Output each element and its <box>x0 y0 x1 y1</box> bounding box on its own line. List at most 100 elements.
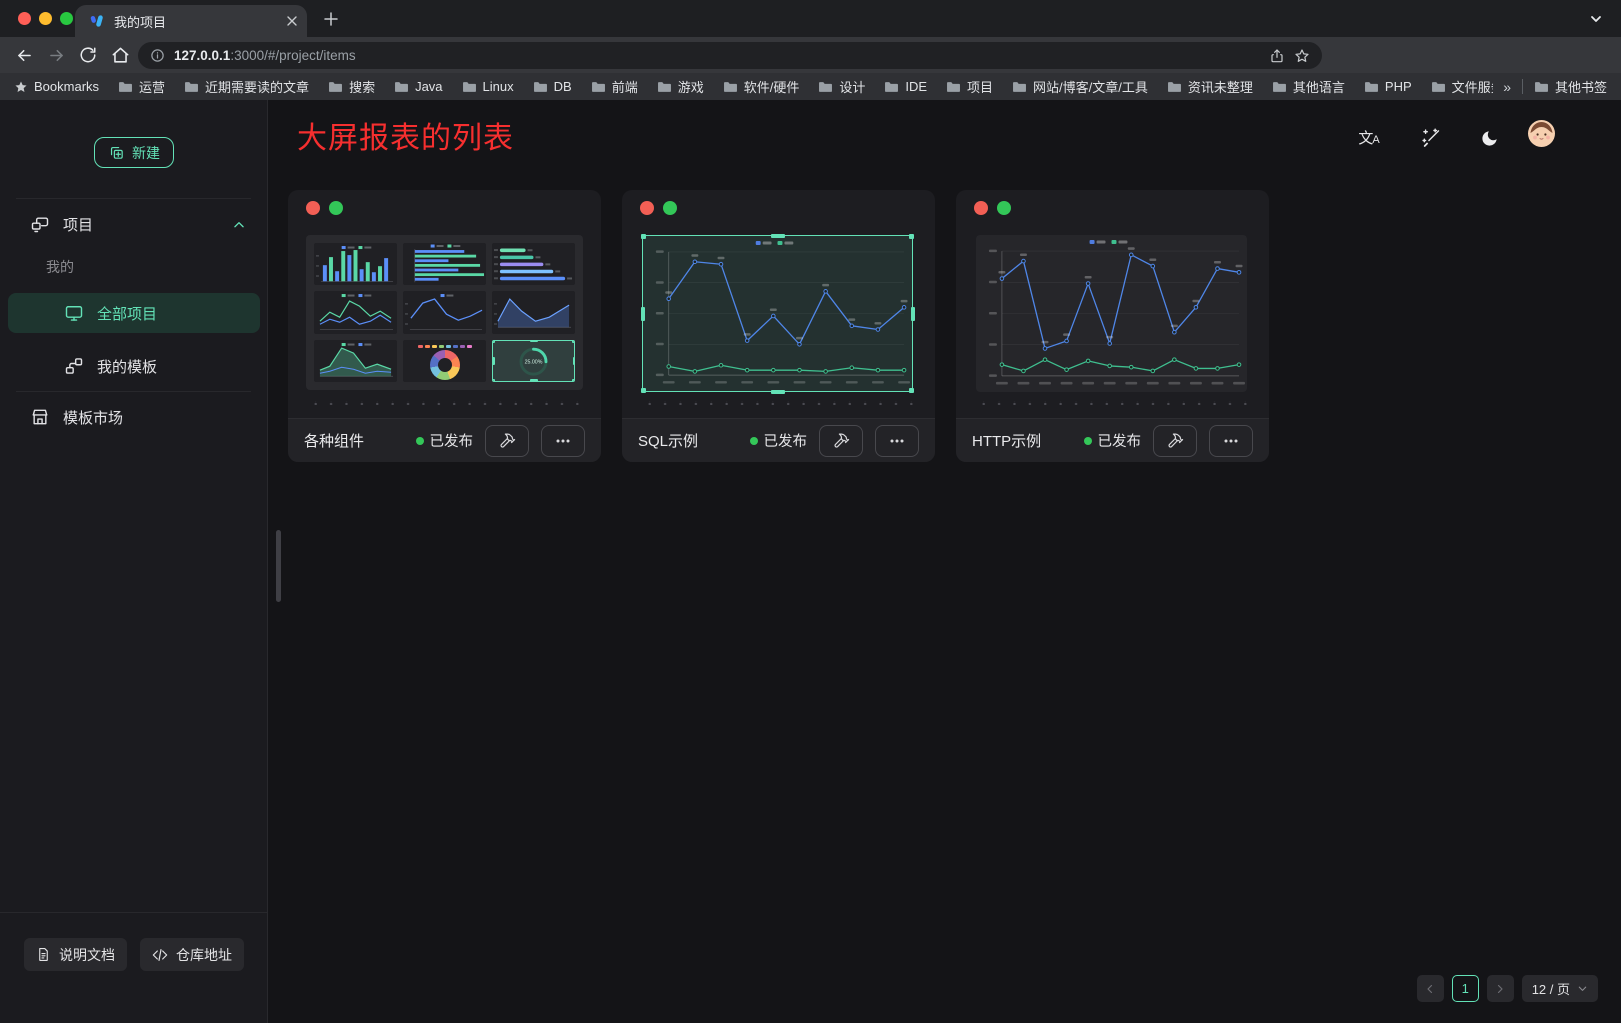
template-icon <box>64 356 84 376</box>
bookmark-folder[interactable]: PHP <box>1364 79 1412 94</box>
tab-search-icon[interactable] <box>1587 10 1605 28</box>
more-button[interactable] <box>541 425 585 457</box>
bookmark-root[interactable]: Bookmarks <box>14 79 99 94</box>
green-dot <box>329 201 343 215</box>
bookmark-folder[interactable]: 设计 <box>818 77 865 96</box>
project-card[interactable]: HTTP示例 已发布 <box>956 190 1269 462</box>
prev-page-button[interactable] <box>1417 975 1444 1002</box>
chevron-up-icon[interactable] <box>232 218 246 237</box>
edit-button[interactable] <box>819 425 863 457</box>
line-chart <box>643 236 912 391</box>
bookmark-folder[interactable]: 近期需要读的文章 <box>184 77 309 96</box>
next-page-button[interactable] <box>1487 975 1514 1002</box>
card-footer: HTTP示例 已发布 <box>956 418 1269 462</box>
tab-close-icon[interactable] <box>287 16 297 26</box>
current-page-button[interactable]: 1 <box>1452 975 1479 1002</box>
project-name: SQL示例 <box>638 430 738 451</box>
code-icon <box>152 947 168 963</box>
bookmark-folder[interactable]: 资讯未整理 <box>1167 77 1253 96</box>
bookmark-folder[interactable]: 前端 <box>591 77 638 96</box>
home-icon[interactable] <box>108 43 132 67</box>
sidebar-group-label: 项目 <box>63 214 93 235</box>
bookmark-folder[interactable]: Linux <box>462 79 514 94</box>
bookmark-folder[interactable]: 游戏 <box>657 77 704 96</box>
mini-hbar-chart <box>403 243 486 285</box>
bookmark-star-icon[interactable] <box>1294 48 1310 64</box>
new-project-button[interactable]: 新建 <box>94 137 174 168</box>
sidebar-item-template-market[interactable]: 模板市场 <box>30 403 123 431</box>
gauge-value: 25.00% <box>525 359 543 365</box>
edit-button[interactable] <box>1153 425 1197 457</box>
bookmark-folder[interactable]: IDE <box>884 79 927 94</box>
bookmark-folder[interactable]: 项目 <box>946 77 993 96</box>
status-dot <box>1084 437 1092 445</box>
traffic-lights <box>18 12 73 25</box>
project-card-list: 25.00% 各种组件 已发布 <box>288 190 1269 462</box>
bookmarks-overflow-chevron[interactable]: » <box>1503 79 1511 95</box>
more-button[interactable] <box>1209 425 1253 457</box>
card-preview[interactable]: 25.00% <box>306 235 583 390</box>
bookmark-folder[interactable]: 网站/博客/文章/工具 <box>1012 77 1148 96</box>
zoom-window-button[interactable] <box>60 12 73 25</box>
bookmark-folder[interactable]: 软件/硬件 <box>723 77 800 96</box>
other-bookmarks[interactable]: 其他书签 <box>1534 77 1607 96</box>
more-dots-icon <box>889 433 905 449</box>
dotted-row <box>306 401 583 405</box>
new-project-label: 新建 <box>132 143 160 163</box>
page-size-select[interactable]: 12 / 页 <box>1522 975 1598 1002</box>
sidebar-item-label: 我的模板 <box>97 356 157 377</box>
red-dot <box>974 201 988 215</box>
browser-toolbar: 127.0.0.1:3000/#/project/items 9 ⌘ <box>0 37 1621 73</box>
more-dots-icon <box>555 433 571 449</box>
bookmark-folder[interactable]: 运营 <box>118 77 165 96</box>
status-dot <box>750 437 758 445</box>
project-card[interactable]: SQL示例 已发布 <box>622 190 935 462</box>
bookmarks-bar: Bookmarks 运营 近期需要读的文章 搜索 Java Linux DB 前… <box>0 73 1621 100</box>
scrollbar-thumb[interactable] <box>276 530 281 602</box>
new-tab-button[interactable] <box>320 8 342 30</box>
share-icon[interactable] <box>1269 48 1285 64</box>
forward-icon[interactable] <box>44 43 68 67</box>
project-card[interactable]: 25.00% 各种组件 已发布 <box>288 190 601 462</box>
sidebar-item-my-templates[interactable]: 我的模板 <box>8 346 260 386</box>
line-chart <box>976 235 1247 392</box>
mini-area-chart <box>492 291 575 333</box>
bookmark-folder[interactable]: 其他语言 <box>1272 77 1345 96</box>
more-button[interactable] <box>875 425 919 457</box>
reload-icon[interactable] <box>76 43 100 67</box>
copy-plus-icon <box>108 144 125 161</box>
pie-legend <box>418 345 472 348</box>
magic-wand-icon[interactable] <box>1418 125 1444 151</box>
card-preview[interactable] <box>976 235 1247 392</box>
dark-mode-moon-icon[interactable] <box>1476 125 1502 151</box>
bookmark-folder[interactable]: Java <box>394 79 442 94</box>
sidebar-item-label: 模板市场 <box>63 407 123 428</box>
close-window-button[interactable] <box>18 12 31 25</box>
language-icon[interactable]: 文A <box>1356 125 1382 151</box>
site-info-icon[interactable] <box>150 48 165 63</box>
sidebar-group-projects[interactable]: 项目 <box>30 210 93 238</box>
minimize-window-button[interactable] <box>39 12 52 25</box>
sidebar-item-all-projects[interactable]: 全部项目 <box>8 293 260 333</box>
project-name: 各种组件 <box>304 430 404 451</box>
edit-button[interactable] <box>485 425 529 457</box>
donut-chart <box>430 350 460 380</box>
status-badge: 已发布 <box>416 430 474 451</box>
hammer-icon <box>833 432 850 449</box>
green-dot <box>997 201 1011 215</box>
bookmarks-separator <box>1522 79 1523 94</box>
card-preview[interactable] <box>642 235 913 392</box>
user-avatar[interactable] <box>1528 120 1555 147</box>
bookmark-folder[interactable]: DB <box>533 79 572 94</box>
mini-line-chart <box>403 291 486 333</box>
docs-button[interactable]: 说明文档 <box>24 938 127 971</box>
card-traffic-dots <box>640 201 677 215</box>
browser-tab[interactable]: 我的项目 <box>75 5 307 37</box>
address-bar[interactable]: 127.0.0.1:3000/#/project/items <box>138 42 1322 69</box>
sidebar-divider <box>16 391 251 392</box>
more-dots-icon <box>1223 433 1239 449</box>
sidebar-bottom-divider <box>0 912 267 913</box>
repo-button[interactable]: 仓库地址 <box>140 938 244 971</box>
bookmark-folder[interactable]: 搜索 <box>328 77 375 96</box>
back-icon[interactable] <box>12 43 36 67</box>
